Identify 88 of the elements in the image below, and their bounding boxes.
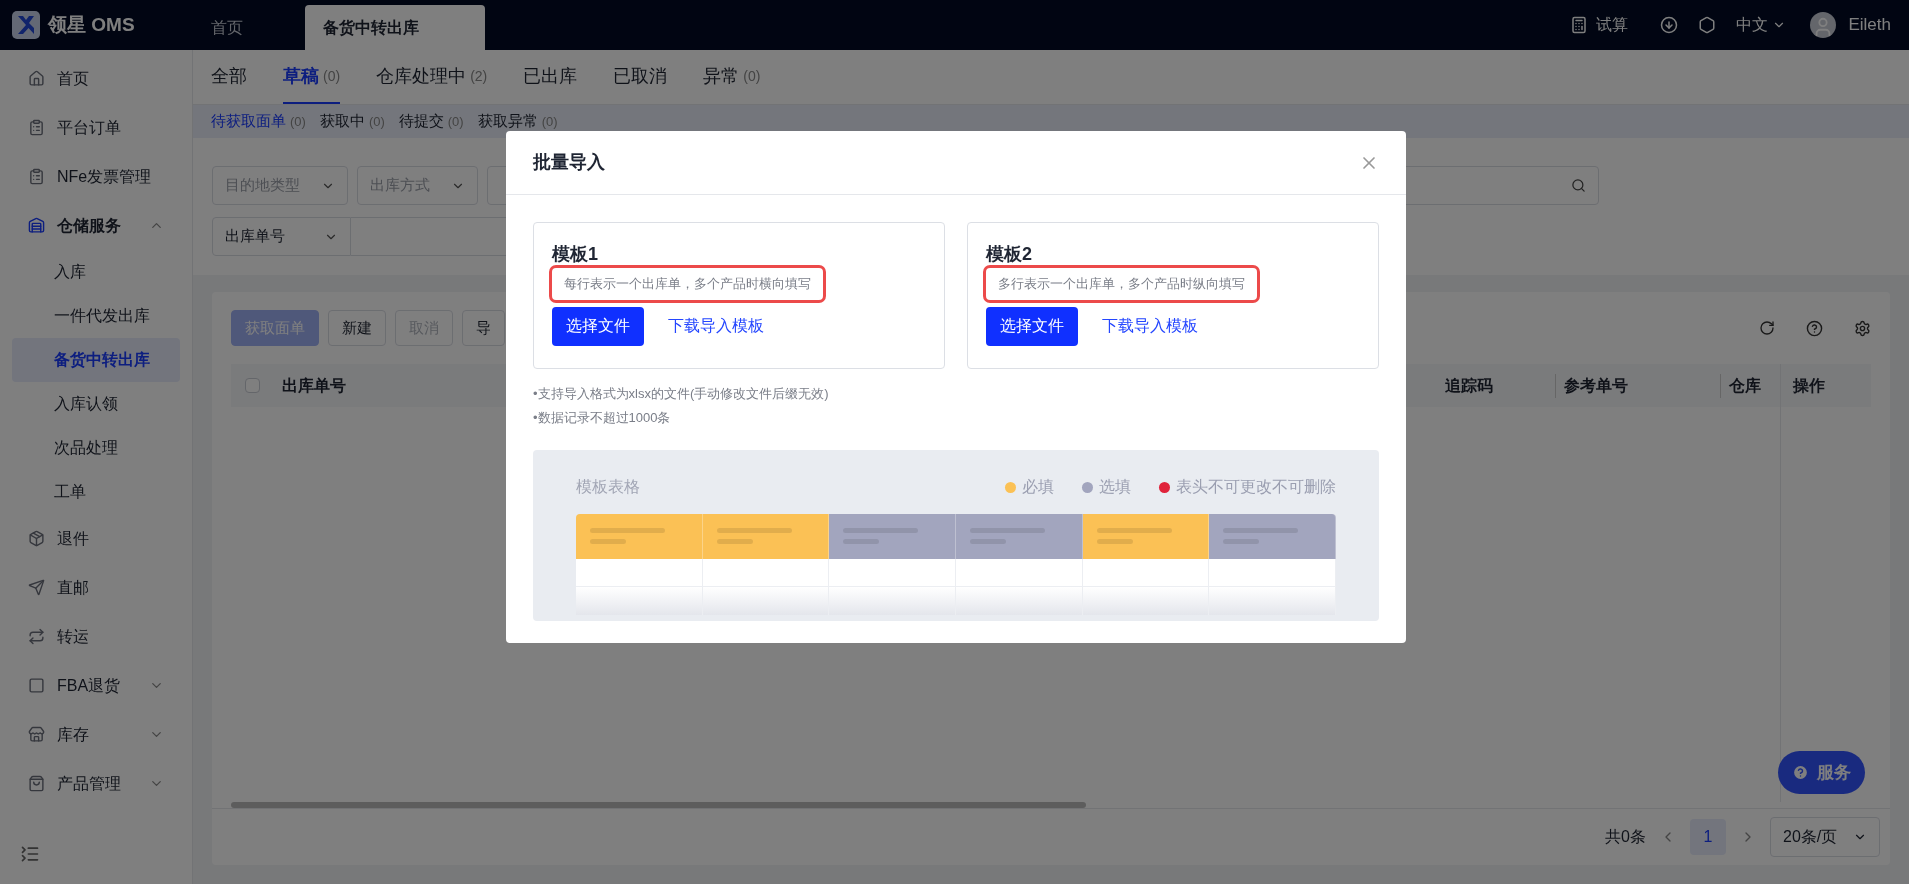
- preview-title: 模板表格: [576, 477, 640, 497]
- sidebar-label: 首页: [57, 68, 90, 89]
- sidebar-subitem[interactable]: 备货中转出库: [12, 338, 180, 382]
- note-text: •支持导入格式为xlsx的文件(手动修改文件后缀无效): [533, 385, 830, 403]
- sidebar-item[interactable]: NFe发票管理: [8, 152, 184, 201]
- template-title: 模板2: [986, 243, 1033, 265]
- house-icon: [28, 70, 45, 87]
- sidebar-label: 平台订单: [57, 117, 122, 138]
- download-template-link[interactable]: 下载导入模板: [668, 314, 764, 338]
- sidebar-subitem[interactable]: 工单: [12, 470, 180, 514]
- status-tab[interactable]: 全部: [211, 50, 247, 104]
- sidebar-label: 退件: [57, 528, 90, 549]
- send-icon: [28, 579, 45, 596]
- sidebar-item[interactable]: 退件: [8, 514, 184, 563]
- page-number[interactable]: 1: [1690, 819, 1726, 855]
- action-button[interactable]: 新建: [328, 310, 386, 346]
- square-icon: [28, 677, 45, 694]
- sidebar-item[interactable]: FBA退货: [8, 661, 184, 710]
- sidebar-item[interactable]: 平台订单: [8, 103, 184, 152]
- status-tab[interactable]: 已出库: [523, 50, 578, 104]
- package-icon: [28, 530, 45, 547]
- note-text: •数据记录不超过1000条: [533, 408, 672, 427]
- help-icon[interactable]: [1806, 319, 1823, 337]
- status-tab[interactable]: 仓库处理中 (2): [376, 50, 488, 104]
- language-select[interactable]: 中文: [1736, 13, 1787, 37]
- template-description: 每行表示一个出库单，多个产品时横向填写: [549, 265, 826, 303]
- sidebar-item[interactable]: 转运: [8, 612, 184, 661]
- app-name: 领星 OMS: [48, 12, 135, 37]
- sidebar-label: 直邮: [57, 577, 90, 598]
- sidebar-item[interactable]: 首页: [8, 54, 184, 103]
- sidebar-item[interactable]: 仓储服务: [8, 201, 184, 250]
- trial-calc-link[interactable]: 试算: [1596, 13, 1629, 37]
- clipboard-icon: [28, 168, 45, 185]
- sidebar-subitem[interactable]: 一件代发出库: [12, 294, 180, 338]
- sidebar-item[interactable]: 直邮: [8, 563, 184, 612]
- status-tab[interactable]: 已取消: [613, 50, 668, 104]
- search-icon[interactable]: [1571, 178, 1586, 193]
- search-type-select[interactable]: 出库单号: [212, 217, 351, 256]
- sidebar-item[interactable]: 库存: [8, 710, 184, 759]
- store-icon: [28, 726, 45, 743]
- sidebar-item[interactable]: 产品管理: [8, 759, 184, 808]
- legend-label: 必填: [1022, 477, 1054, 497]
- refresh-icon[interactable]: [1759, 320, 1775, 336]
- legend-label: 选填: [1099, 477, 1131, 497]
- sub-tab[interactable]: 待获取面单 (0): [211, 110, 306, 133]
- download-icon[interactable]: [1660, 16, 1679, 34]
- sidebar-label: NFe发票管理: [57, 166, 153, 187]
- select-all-checkbox[interactable]: [245, 378, 260, 393]
- shopping-bag-icon: [28, 775, 45, 792]
- sidebar-label: FBA退货: [57, 675, 122, 696]
- template-description: 多行表示一个出库单，多个产品时纵向填写: [983, 265, 1260, 303]
- calculator-icon[interactable]: [1570, 16, 1589, 34]
- column-header: 仓库: [1720, 373, 1780, 398]
- sub-tab[interactable]: 获取异常 (0): [477, 110, 558, 133]
- sidebar-subitem[interactable]: 次品处理: [12, 426, 180, 470]
- legend-label: 表头不可更改不可删除: [1176, 477, 1336, 497]
- choose-file-button[interactable]: 选择文件: [552, 306, 644, 346]
- page-size-select[interactable]: 20条/页: [1770, 817, 1880, 857]
- sidebar-label: 库存: [57, 724, 90, 745]
- column-header: 操作: [1780, 364, 1871, 407]
- avatar-icon[interactable]: [1810, 12, 1837, 38]
- sidebar-subitem[interactable]: 入库认领: [12, 382, 180, 426]
- status-tab[interactable]: 异常 (0): [703, 50, 761, 104]
- sub-tab[interactable]: 获取中 (0): [319, 110, 385, 133]
- sidebar-subitem[interactable]: 入库: [12, 250, 180, 294]
- help-icon: [1792, 764, 1809, 781]
- column-header: 出库单号: [282, 375, 346, 396]
- sub-tab[interactable]: 待提交 (0): [398, 110, 464, 133]
- sidebar-label: 转运: [57, 626, 90, 647]
- collapse-menu-icon[interactable]: [20, 844, 40, 864]
- choose-file-button[interactable]: 选择文件: [986, 306, 1078, 346]
- column-header: 追踪码: [1445, 375, 1494, 396]
- template-title: 模板1: [552, 243, 599, 265]
- action-button[interactable]: 导: [462, 310, 505, 346]
- page-tab[interactable]: 备货中转出库: [305, 5, 485, 50]
- download-template-link[interactable]: 下载导入模板: [1102, 314, 1198, 338]
- page-tab[interactable]: 首页: [193, 5, 305, 50]
- horizontal-scrollbar[interactable]: [231, 802, 1086, 808]
- user-name[interactable]: Eileth: [1848, 12, 1891, 38]
- column-header: 参考单号: [1555, 373, 1720, 398]
- logo-icon: [12, 11, 40, 39]
- sidebar-label: 仓储服务: [57, 215, 122, 236]
- warehouse-icon: [28, 217, 45, 234]
- clipboard-icon: [28, 119, 45, 136]
- sidebar-label: 产品管理: [57, 773, 122, 794]
- repeat-icon: [28, 628, 45, 645]
- total-count: 共0条: [1605, 827, 1646, 847]
- dialog-title: 批量导入: [533, 151, 605, 174]
